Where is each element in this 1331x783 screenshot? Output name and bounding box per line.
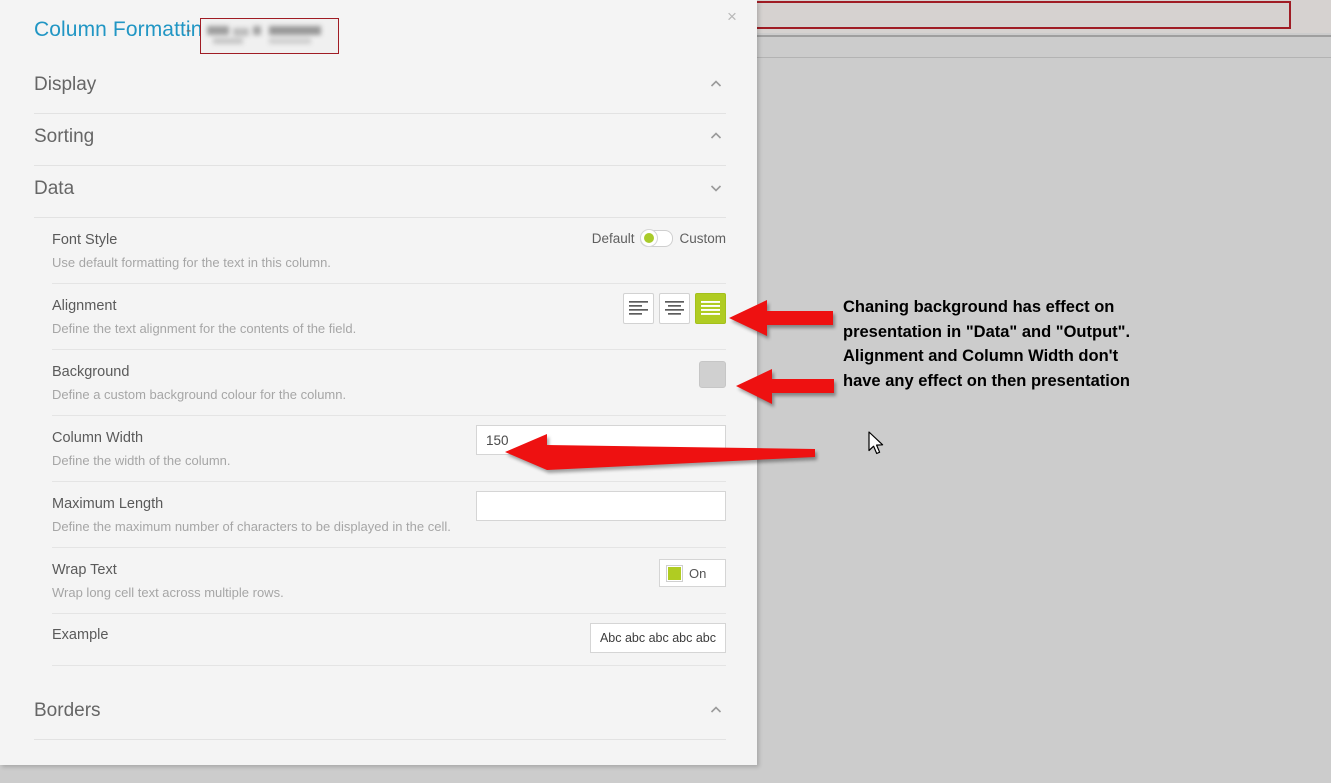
title-separator: - [186,22,192,39]
font-style-control: Default Custom [591,229,726,247]
toggle-knob [640,229,659,247]
accordion-section-data[interactable]: Data [34,166,726,218]
field-row-column-width: Column Width Define the width of the col… [52,416,726,482]
wrap-text-checkbox[interactable]: On [659,559,726,587]
field-row-wrap-text: Wrap Text Wrap long cell text across mul… [52,548,726,614]
field-description-maximum-length: Define the maximum number of characters … [52,519,451,534]
dialog-header: Column Formatting - × [0,0,757,62]
redacted-column-name [200,18,339,54]
toolbar-highlight-rectangle [752,1,1291,29]
field-row-maximum-length: Maximum Length Define the maximum number… [52,482,726,548]
field-row-background: Background Define a custom background co… [52,350,726,416]
align-center-icon[interactable] [659,293,690,324]
maximum-length-input[interactable] [476,491,726,521]
field-label-font-style: Font Style [52,232,118,248]
align-left-icon[interactable] [623,293,654,324]
font-style-toggle[interactable] [640,229,674,247]
field-row-alignment: Alignment Define the text alignment for … [52,284,726,350]
accordion-section-borders[interactable]: Borders [34,688,726,740]
field-label-background: Background [52,364,130,380]
wrap-text-state-label: On [689,565,707,581]
chevron-up-icon-display[interactable] [708,76,724,92]
accordion-title-sorting: Sorting [34,126,95,147]
toggle-label-custom: Custom [679,231,726,246]
alignment-control [623,293,726,324]
field-label-alignment: Alignment [52,298,117,314]
background-color-swatch[interactable] [699,361,726,388]
background-canvas [757,58,1331,783]
field-row-example: Example Abc abc abc abc abc [52,614,726,666]
field-description-alignment: Define the text alignment for the conten… [52,321,357,336]
chevron-up-icon-borders[interactable] [708,702,724,718]
mouse-cursor-icon [868,431,884,455]
redacted-column-name-text [207,26,325,46]
field-label-maximum-length: Maximum Length [52,496,164,512]
accordion-section-display[interactable]: Display [34,62,726,114]
field-description-background: Define a custom background colour for th… [52,387,347,402]
accordion-title-data: Data [34,178,75,199]
background-control [699,361,726,388]
example-control: Abc abc abc abc abc [589,623,726,653]
background-divider-1 [757,35,1331,37]
example-preview-text: Abc abc abc abc abc [589,623,726,653]
accordion-title-borders: Borders [34,700,101,721]
field-label-example: Example [52,627,109,643]
wrap-text-control: On [659,559,726,587]
data-section-body: Font Style Use default formatting for th… [52,218,726,666]
accordion-title-display: Display [34,74,97,95]
close-icon[interactable]: × [720,5,744,29]
accordion-section-sorting[interactable]: Sorting [34,114,726,166]
annotation-note: Chaning background has effect on present… [843,298,1131,390]
column-width-control [476,425,726,455]
chevron-up-icon-sorting[interactable] [708,128,724,144]
column-formatting-dialog: Column Formatting - × Display Sorting Da… [0,0,757,765]
field-description-column-width: Define the width of the column. [52,453,231,468]
chevron-down-icon-data[interactable] [708,180,724,196]
column-width-input[interactable] [476,425,726,455]
align-justify-icon[interactable] [695,293,726,324]
field-row-font-style: Font Style Use default formatting for th… [52,218,726,284]
field-description-wrap-text: Wrap long cell text across multiple rows… [52,585,284,600]
field-label-wrap-text: Wrap Text [52,562,117,578]
field-label-column-width: Column Width [52,430,144,446]
toggle-label-default: Default [591,231,635,246]
checkbox-checked-icon [667,565,682,581]
maximum-length-control [476,491,726,521]
field-description-font-style: Use default formatting for the text in t… [52,255,331,270]
